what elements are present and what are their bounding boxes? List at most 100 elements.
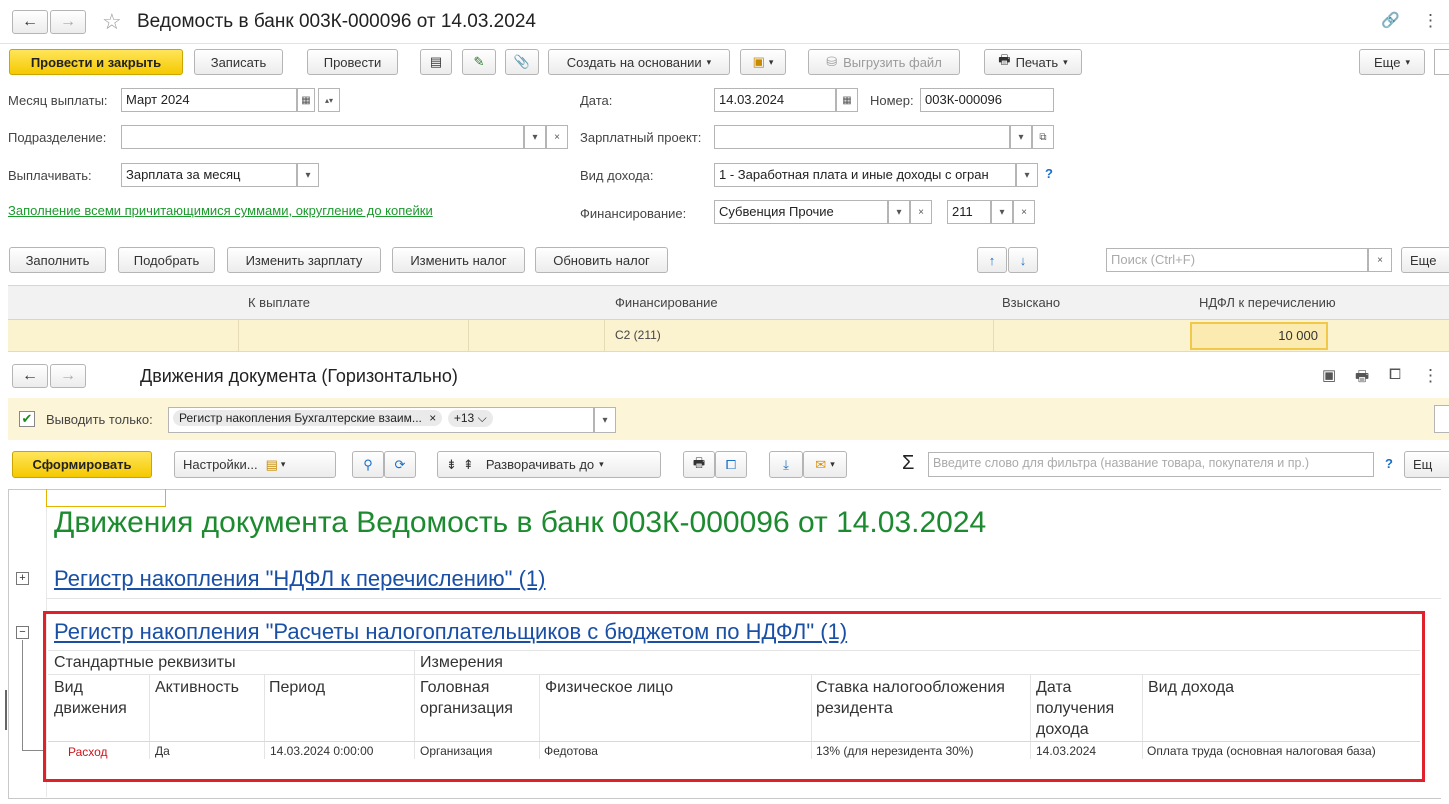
expand-button[interactable]: ⇟ ⇞ Разворачивать до ▾ bbox=[437, 451, 661, 478]
financing-clear[interactable]: × bbox=[910, 200, 932, 224]
pick-button[interactable]: Подобрать bbox=[118, 247, 215, 273]
post-and-close-button[interactable]: Провести и закрыть bbox=[9, 49, 183, 75]
financing-dropdown[interactable]: ▾ bbox=[888, 200, 910, 224]
pay-field[interactable]: Зарплата за месяц bbox=[121, 163, 297, 187]
grid-col-financing[interactable]: Финансирование bbox=[615, 295, 718, 310]
back-button[interactable]: ← bbox=[12, 10, 48, 34]
income-type-dropdown[interactable]: ▾ bbox=[1016, 163, 1038, 187]
report-filter-input[interactable]: Введите слово для фильтра (название това… bbox=[928, 452, 1374, 477]
change-tax-button[interactable]: Изменить налог bbox=[392, 247, 525, 273]
report-forward-button[interactable]: → bbox=[50, 364, 86, 388]
attach-button[interactable]: 📎 bbox=[505, 49, 539, 75]
generate-button[interactable]: Сформировать bbox=[12, 451, 152, 478]
register1-link[interactable]: Регистр накопления "НДФЛ к перечислению"… bbox=[54, 566, 545, 592]
grid-col-collected[interactable]: Взыскано bbox=[1002, 295, 1060, 310]
download-icon: ⤓ bbox=[783, 456, 789, 472]
financing-field[interactable]: Субвенция Прочие bbox=[714, 200, 888, 224]
table-search-input[interactable]: Поиск (Ctrl+F) bbox=[1106, 248, 1368, 272]
scroll-edge bbox=[1434, 49, 1449, 75]
move-up-button[interactable]: ↑ bbox=[977, 247, 1007, 273]
report-more-button[interactable]: Ещ bbox=[1404, 451, 1449, 478]
grid-col-ndfl[interactable]: НДФЛ к перечислению bbox=[1199, 295, 1336, 310]
financing-code-clear[interactable]: × bbox=[1013, 200, 1035, 224]
salary-project-field[interactable] bbox=[714, 125, 1010, 149]
sigma-icon[interactable]: Σ bbox=[902, 452, 914, 475]
expand-register1[interactable]: + bbox=[16, 572, 29, 585]
preview-icon[interactable]: ⧠ bbox=[1389, 366, 1401, 383]
chevron-down-icon: ▾ bbox=[305, 169, 311, 181]
printer-icon[interactable]: 🖶 bbox=[1355, 366, 1369, 391]
financing-code-dropdown[interactable]: ▾ bbox=[991, 200, 1013, 224]
email-button[interactable]: ✉ ▾ bbox=[803, 451, 847, 478]
report-heading: Движения документа Ведомость в банк 003К… bbox=[54, 506, 987, 539]
print-button[interactable]: 🖶 Печать ▾ bbox=[984, 49, 1082, 75]
grid-col-payout[interactable]: К выплате bbox=[248, 295, 310, 310]
report-print-button[interactable]: 🖶 bbox=[683, 451, 715, 478]
move-down-button[interactable]: ↓ bbox=[1008, 247, 1038, 273]
document-list-button[interactable]: ▤ bbox=[420, 49, 452, 75]
table-search-clear[interactable]: × bbox=[1368, 248, 1392, 272]
calendar-button[interactable]: ▦ bbox=[297, 88, 315, 112]
salary-project-dropdown[interactable]: ▾ bbox=[1010, 125, 1032, 149]
subdivision-clear[interactable]: × bbox=[546, 125, 568, 149]
create-based-button[interactable]: Создать на основании ▾ bbox=[548, 49, 730, 75]
left-edge-line bbox=[5, 690, 7, 730]
report-back-button[interactable]: ← bbox=[12, 364, 48, 388]
star-icon[interactable]: ☆ bbox=[102, 9, 122, 35]
settings-button[interactable]: Настройки... ▤ ▾ bbox=[174, 451, 336, 478]
download-button[interactable]: ⤓ bbox=[769, 451, 803, 478]
fill-link[interactable]: Заполнение всеми причитающимися суммами,… bbox=[8, 203, 448, 219]
date-calendar-button[interactable]: ▦ bbox=[836, 88, 858, 112]
report-filter-help[interactable]: ? bbox=[1385, 456, 1393, 471]
arrow-left-icon: ← bbox=[22, 367, 38, 384]
col-divider bbox=[1142, 675, 1143, 759]
subdivision-dropdown[interactable]: ▾ bbox=[524, 125, 546, 149]
tree-line bbox=[22, 640, 23, 750]
chevron-down-icon: ▾ bbox=[830, 459, 835, 469]
financing-code-field[interactable]: 211 bbox=[947, 200, 991, 224]
col-date: Дата получения дохода bbox=[1036, 679, 1115, 738]
report-filter-placeholder: Введите слово для фильтра (название това… bbox=[933, 456, 1310, 470]
table-search-placeholder: Поиск (Ctrl+F) bbox=[1111, 252, 1196, 267]
edit-button[interactable]: ✎ bbox=[462, 49, 496, 75]
close-icon[interactable]: × bbox=[429, 411, 436, 425]
link-icon[interactable]: 🔗 bbox=[1381, 11, 1400, 29]
more-menu-icon[interactable]: ⋮ bbox=[1422, 366, 1439, 386]
number-field[interactable]: 003К-000096 bbox=[920, 88, 1054, 112]
post-button[interactable]: Провести bbox=[307, 49, 398, 75]
table-more-button[interactable]: Еще bbox=[1401, 247, 1449, 273]
find-next-button[interactable]: ⟳ bbox=[384, 451, 416, 478]
grid-cell-ndfl[interactable]: 10 000 bbox=[1190, 322, 1328, 350]
report-preview-button[interactable]: ⧠ bbox=[715, 451, 747, 478]
chevron-down-icon: ▾ bbox=[1018, 131, 1024, 143]
structure-button[interactable]: ▣ ▾ bbox=[740, 49, 786, 75]
change-salary-button[interactable]: Изменить зарплату bbox=[227, 247, 381, 273]
filter-more-tag[interactable]: +13 ⌵ bbox=[447, 410, 493, 427]
month-label: Месяц выплаты: bbox=[8, 93, 108, 108]
month-spin-button[interactable]: ▴▾ bbox=[318, 88, 340, 112]
more-menu-icon[interactable]: ⋮ bbox=[1422, 11, 1439, 31]
save-icon[interactable]: ▣ bbox=[1322, 366, 1336, 384]
month-field[interactable]: Март 2024 bbox=[121, 88, 297, 112]
filter-tag[interactable]: Регистр накопления Бухгалтерские взаим..… bbox=[173, 410, 443, 426]
register2-link[interactable]: Регистр накопления "Расчеты налогоплател… bbox=[54, 619, 847, 645]
fill-button[interactable]: Заполнить bbox=[9, 247, 106, 273]
forward-button[interactable]: → bbox=[50, 10, 86, 34]
salary-project-open[interactable]: ⧉ bbox=[1032, 125, 1054, 149]
grid-cell-financing: С2 (211) bbox=[615, 328, 661, 342]
subdivision-field[interactable] bbox=[121, 125, 524, 149]
filter-field[interactable]: Регистр накопления Бухгалтерские взаим..… bbox=[168, 407, 594, 433]
export-file-button[interactable]: ⛁ Выгрузить файл bbox=[808, 49, 960, 75]
col-divider bbox=[264, 675, 265, 759]
pay-dropdown[interactable]: ▾ bbox=[297, 163, 319, 187]
collapse-register2[interactable]: − bbox=[16, 626, 29, 639]
save-button[interactable]: Записать bbox=[194, 49, 283, 75]
find-button[interactable]: ⚲ bbox=[352, 451, 384, 478]
more-button[interactable]: Еще ▾ bbox=[1359, 49, 1425, 75]
filter-dropdown[interactable]: ▾ bbox=[594, 407, 616, 433]
income-type-field[interactable]: 1 - Заработная плата и иные доходы с огр… bbox=[714, 163, 1016, 187]
filter-checkbox[interactable]: ✔ bbox=[19, 411, 35, 427]
income-type-help[interactable]: ? bbox=[1045, 166, 1053, 181]
date-field[interactable]: 14.03.2024 bbox=[714, 88, 836, 112]
update-tax-button[interactable]: Обновить налог bbox=[535, 247, 668, 273]
